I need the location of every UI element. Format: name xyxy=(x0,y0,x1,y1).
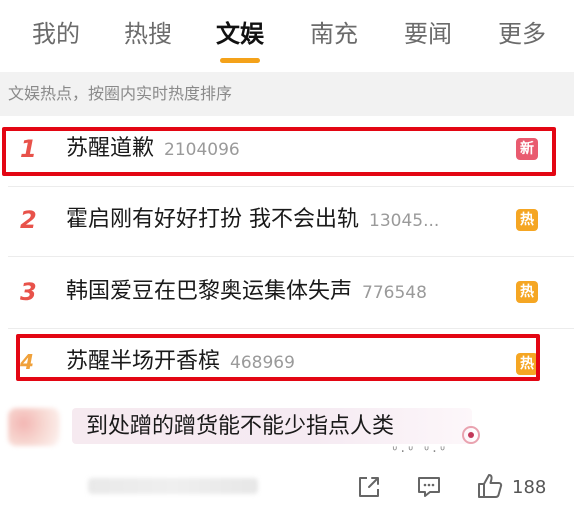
blurred-meta xyxy=(88,478,258,494)
hot-item-title-line: 韩国爱豆在巴黎奥运集体失声 776548 xyxy=(66,277,427,308)
rank-number: 3 xyxy=(20,278,37,306)
new-badge: 新 xyxy=(516,138,538,160)
hot-item-title-line: 霍启刚有好好打扮 我不会出轨 13045... xyxy=(66,205,439,236)
hot-item-title-line: 苏醒道歉 2104096 xyxy=(66,134,240,165)
hands-emoji-icon: ᐡ·ᐡ ᐡ·ᐡ xyxy=(392,444,449,460)
hot-item-title: 苏醒半场开香槟 xyxy=(66,349,221,374)
comment-text: 到处蹭的蹭货能不能少指点人类 xyxy=(86,414,395,439)
hot-item-title: 韩国爱豆在巴黎奥运集体失声 xyxy=(66,279,353,304)
hot-item-title: 霍启刚有好好打扮 我不会出轨 xyxy=(66,207,359,232)
hot-item-count: 2104096 xyxy=(164,140,240,160)
category-tabs: 我的 热搜 文娱 南充 要闻 更多 xyxy=(0,0,574,66)
hot-item-count: 468969 xyxy=(230,353,295,373)
hot-item-title: 苏醒道歉 xyxy=(66,136,155,161)
hot-badge: 热 xyxy=(516,353,538,375)
hot-item-title-line: 苏醒半场开香槟 468969 xyxy=(66,347,295,378)
hot-list-item[interactable]: 3 韩国爱豆在巴黎奥运集体失声 776548 热 xyxy=(0,257,574,329)
rank-number: 2 xyxy=(20,206,37,234)
hot-badge: 热 xyxy=(516,209,538,231)
rank-number: 4 xyxy=(20,350,34,374)
thumbs-up-icon[interactable] xyxy=(476,472,504,500)
hot-list-item[interactable]: 1 苏醒道歉 2104096 新 xyxy=(0,116,574,188)
tab-news[interactable]: 要闻 xyxy=(404,18,452,50)
share-icon[interactable] xyxy=(356,474,382,500)
hot-badge: 热 xyxy=(516,281,538,303)
hot-item-count: 13045... xyxy=(369,211,440,231)
tab-mine[interactable]: 我的 xyxy=(32,18,80,50)
tab-more[interactable]: 更多 xyxy=(498,18,546,50)
active-tab-indicator xyxy=(220,58,260,63)
hot-item-count: 776548 xyxy=(362,283,427,303)
hot-list-item[interactable]: 4 苏醒半场开香槟 468969 热 xyxy=(0,329,574,401)
avatar[interactable] xyxy=(8,408,60,446)
heart-sticker-icon xyxy=(462,426,480,444)
tab-entertainment[interactable]: 文娱 xyxy=(216,18,264,50)
likes-count: 188 xyxy=(512,477,547,498)
rank-number: 1 xyxy=(20,135,37,163)
hot-list-item[interactable]: 2 霍启刚有好好打扮 我不会出轨 13045... 热 xyxy=(0,187,574,259)
tab-hot-search[interactable]: 热搜 xyxy=(124,18,172,50)
subtitle-bar: 文娱热点，按圈内实时热度排序 xyxy=(0,72,574,116)
comment-icon[interactable] xyxy=(416,474,442,500)
tab-nanchong[interactable]: 南充 xyxy=(310,18,358,50)
subtitle-text: 文娱热点，按圈内实时热度排序 xyxy=(8,84,233,103)
